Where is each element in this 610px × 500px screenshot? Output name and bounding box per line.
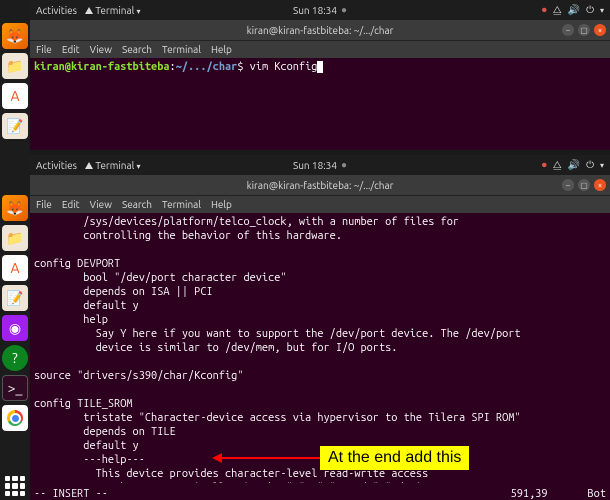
network-icon[interactable]: ⧋ [553,159,562,171]
maximize-button[interactable]: ▢ [578,179,590,191]
notification-dot-icon: ● [341,4,347,16]
command-text: vim Kconfig [250,61,318,73]
minimize-button[interactable]: – [562,179,574,191]
arrow-icon [220,457,320,459]
power-icon[interactable]: ⏻ [586,159,594,171]
close-button[interactable]: × [594,179,606,191]
clock[interactable]: Sun 18:34 [293,160,337,171]
launcher-dock: 🦊 📁 A 📝 🦊 📁 A 📝 ◉ ? >_ [0,0,30,500]
volume-icon[interactable]: 🔊 [568,4,580,16]
clock[interactable]: Sun 18:34 [293,5,337,16]
gnome-topbar: Activities Terminal ▾ Sun 18:34 ● ⏺ ⧋ 🔊 … [30,0,610,20]
firefox-icon[interactable]: 🦊 [2,23,28,49]
gnome-topbar: Activities Terminal ▾ Sun 18:34 ● ⏺ ⧋ 🔊 … [30,155,610,175]
power-icon[interactable]: ⏻ [586,4,594,16]
notification-dot-icon: ● [341,159,347,171]
menu-edit[interactable]: Edit [62,199,80,210]
vim-cursor-position: 591,39 [511,488,548,500]
chevron-down-icon: ▾ [600,161,604,170]
activities-button[interactable]: Activities [36,160,77,171]
chevron-down-icon: ▾ [600,6,604,15]
volume-icon[interactable]: 🔊 [568,159,580,171]
menu-file[interactable]: File [36,199,52,210]
terminal-icon[interactable]: >_ [2,375,28,401]
menu-view[interactable]: View [90,44,112,55]
terminal-app-icon [85,7,93,14]
menu-file[interactable]: File [36,44,52,55]
window-title: kiran@kiran-fastbiteba: ~/.../char [247,180,394,191]
vim-mode: -- INSERT -- [34,488,108,500]
cursor [317,61,323,73]
maximize-button[interactable]: ▢ [578,24,590,36]
software-icon[interactable]: A [2,83,28,109]
vim-status-line: -- INSERT -- 591,39 Bot [30,488,610,500]
window-titlebar: kiran@kiran-fastbiteba: ~/.../char – ▢ × [30,175,610,195]
annotation-label: At the end add this [320,446,469,470]
app-menu[interactable]: Terminal ▾ [85,5,141,16]
software-icon[interactable]: A [2,255,28,281]
chevron-down-icon: ▾ [137,7,141,16]
show-applications-icon[interactable] [5,476,25,496]
menu-terminal[interactable]: Terminal [162,44,201,55]
chevron-down-icon: ▾ [137,162,141,171]
terminal-menubar: File Edit View Search Terminal Help [30,195,610,213]
files-icon[interactable]: 📁 [2,53,28,79]
app-menu[interactable]: Terminal ▾ [85,160,141,171]
vim-scroll-location: Bot [588,488,606,500]
text-editor-icon[interactable]: 📝 [2,285,28,311]
window-titlebar: kiran@kiran-fastbiteba: ~/.../char – ▢ × [30,20,610,40]
menu-edit[interactable]: Edit [62,44,80,55]
menu-terminal[interactable]: Terminal [162,199,201,210]
terminal-window-1: Activities Terminal ▾ Sun 18:34 ● ⏺ ⧋ 🔊 … [30,0,610,150]
window-title: kiran@kiran-fastbiteba: ~/.../char [247,25,394,36]
files-icon[interactable]: 📁 [2,225,28,251]
record-icon[interactable]: ⏺ [542,159,547,171]
network-icon[interactable]: ⧋ [553,4,562,16]
chrome-icon[interactable] [2,405,28,431]
close-button[interactable]: × [594,24,606,36]
prompt-path: ~/.../char [176,61,238,73]
minimize-button[interactable]: – [562,24,574,36]
gnome-icon[interactable]: ◉ [2,315,28,341]
vim-editor-content[interactable]: /sys/devices/platform/telco_clock, with … [30,213,610,483]
menu-search[interactable]: Search [122,199,152,210]
menu-view[interactable]: View [90,199,112,210]
terminal-menubar: File Edit View Search Terminal Help [30,40,610,58]
firefox-icon[interactable]: 🦊 [2,195,28,221]
terminal-app-icon [85,162,93,169]
menu-search[interactable]: Search [122,44,152,55]
text-editor-icon[interactable]: 📝 [2,113,28,139]
record-icon[interactable]: ⏺ [542,4,547,16]
activities-button[interactable]: Activities [36,5,77,16]
prompt-user: kiran@kiran-fastbiteba [34,61,170,73]
menu-help[interactable]: Help [211,44,232,55]
annotation: At the end add this [220,446,469,470]
terminal-content[interactable]: kiran@kiran-fastbiteba:~/.../char$ vim K… [30,58,610,76]
help-icon[interactable]: ? [2,345,28,371]
menu-help[interactable]: Help [211,199,232,210]
